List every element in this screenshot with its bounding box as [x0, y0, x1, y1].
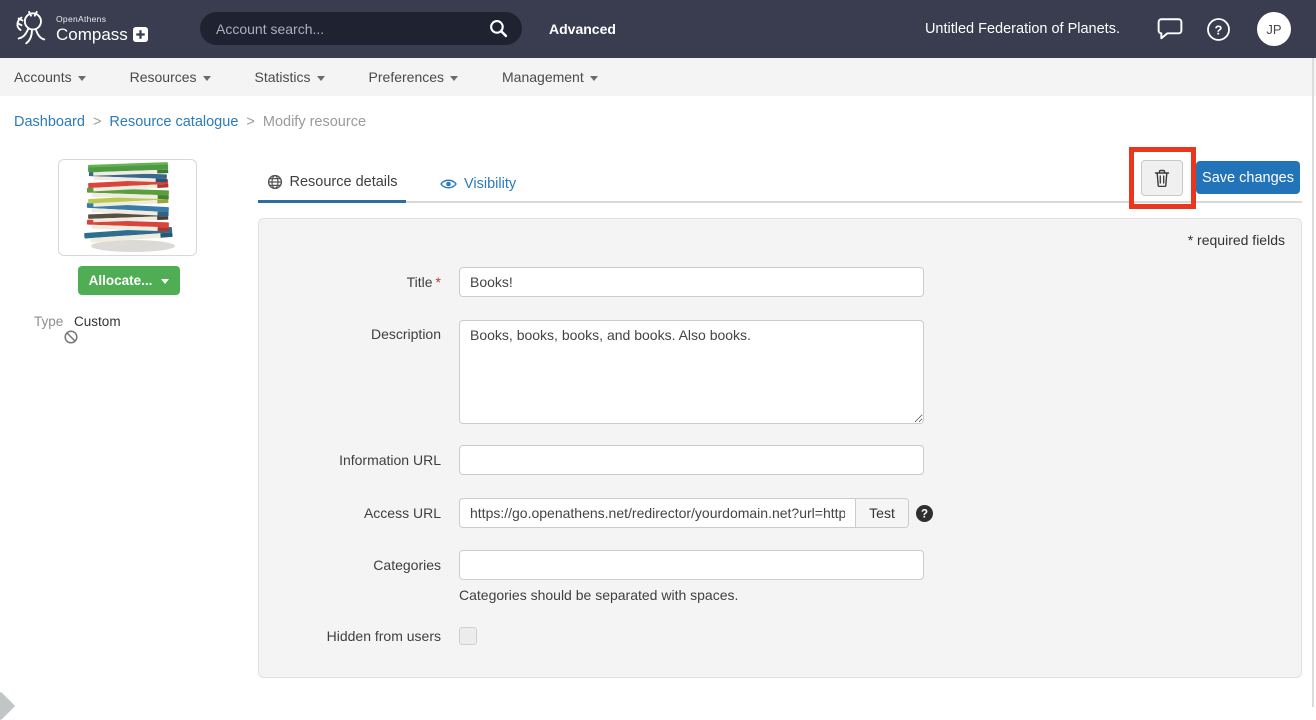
breadcrumb: Dashboard > Resource catalogue > Modify …: [14, 114, 366, 130]
search-icon[interactable]: [489, 19, 508, 38]
breadcrumb-separator: >: [246, 114, 254, 130]
nav-item-preferences[interactable]: Preferences: [369, 69, 458, 85]
chevron-down-icon: [78, 76, 86, 81]
categories-input[interactable]: [459, 550, 924, 580]
bottom-left-artifact: [0, 692, 15, 720]
nav-item-statistics[interactable]: Statistics: [255, 69, 325, 85]
account-search-box[interactable]: [200, 12, 522, 45]
test-url-button[interactable]: Test: [856, 498, 909, 528]
resource-details-panel: * required fields Title* Description Boo…: [258, 218, 1302, 678]
categories-help-text: Categories should be separated with spac…: [459, 587, 924, 603]
tab-visibility[interactable]: Visibility: [420, 164, 536, 203]
advanced-search-link[interactable]: Advanced: [549, 0, 616, 58]
chat-icon[interactable]: [1157, 16, 1183, 42]
access-url-input[interactable]: [459, 498, 856, 528]
trash-icon: [1154, 169, 1170, 187]
access-url-help-icon[interactable]: ?: [916, 505, 933, 522]
organisation-name: Untitled Federation of Planets.: [925, 0, 1120, 58]
delete-resource-button[interactable]: [1141, 160, 1183, 196]
help-icon[interactable]: ?: [1206, 17, 1231, 42]
resource-type: Type Custom: [34, 314, 121, 329]
avatar[interactable]: JP: [1257, 12, 1291, 46]
brand-line2: Compass: [56, 26, 128, 43]
main-nav: Accounts Resources Statistics Preference…: [0, 58, 1316, 96]
chevron-down-icon: [203, 76, 211, 81]
save-changes-button[interactable]: Save changes: [1196, 161, 1300, 194]
brand-logo[interactable]: OpenAthens Compass: [12, 7, 148, 51]
description-textarea[interactable]: Books, books, books, and books. Also boo…: [459, 320, 924, 424]
chevron-down-icon: [317, 76, 325, 81]
nav-item-accounts[interactable]: Accounts: [14, 69, 86, 85]
hidden-from-users-label: Hidden from users: [259, 628, 441, 644]
breadcrumb-dashboard[interactable]: Dashboard: [14, 114, 85, 130]
description-label: Description: [259, 320, 441, 424]
resource-thumbnail: [58, 159, 197, 256]
plus-badge-icon: [133, 27, 148, 42]
top-bar: OpenAthens Compass Advanced Untitled Fed…: [0, 0, 1316, 58]
categories-label: Categories: [259, 550, 441, 603]
brand-line1: OpenAthens: [56, 15, 148, 24]
access-url-label: Access URL: [259, 498, 441, 528]
chevron-down-icon: [450, 76, 458, 81]
title-input[interactable]: [459, 267, 924, 297]
required-asterisk: *: [436, 274, 441, 290]
books-image: [59, 160, 197, 256]
required-fields-note: * required fields: [259, 219, 1301, 248]
window-edge-line: [1312, 58, 1314, 707]
title-label: Title*: [259, 267, 441, 297]
tab-resource-details[interactable]: Resource details: [258, 164, 406, 203]
eye-icon: [440, 178, 457, 190]
svg-text:?: ?: [1215, 23, 1223, 38]
breadcrumb-separator: >: [93, 114, 101, 130]
not-allowed-icon: [64, 330, 78, 344]
nav-item-management[interactable]: Management: [502, 69, 598, 85]
hidden-from-users-checkbox[interactable]: [459, 627, 477, 645]
type-label: Type: [34, 314, 63, 329]
nav-item-resources[interactable]: Resources: [130, 69, 211, 85]
chevron-down-icon: [161, 279, 169, 284]
breadcrumb-current: Modify resource: [263, 114, 366, 130]
svg-text:?: ?: [921, 508, 928, 520]
account-search-input[interactable]: [216, 21, 489, 37]
information-url-input[interactable]: [459, 445, 924, 475]
allocate-button[interactable]: Allocate...: [78, 266, 180, 295]
openathens-logo-icon: [12, 7, 50, 51]
chevron-down-icon: [590, 76, 598, 81]
avatar-initials: JP: [1266, 22, 1281, 37]
breadcrumb-resource-catalogue[interactable]: Resource catalogue: [109, 114, 238, 130]
type-value: Custom: [74, 314, 121, 329]
information-url-label: Information URL: [259, 445, 441, 475]
globe-icon: [267, 174, 283, 190]
tab-bar: Resource details Visibility: [258, 164, 536, 203]
